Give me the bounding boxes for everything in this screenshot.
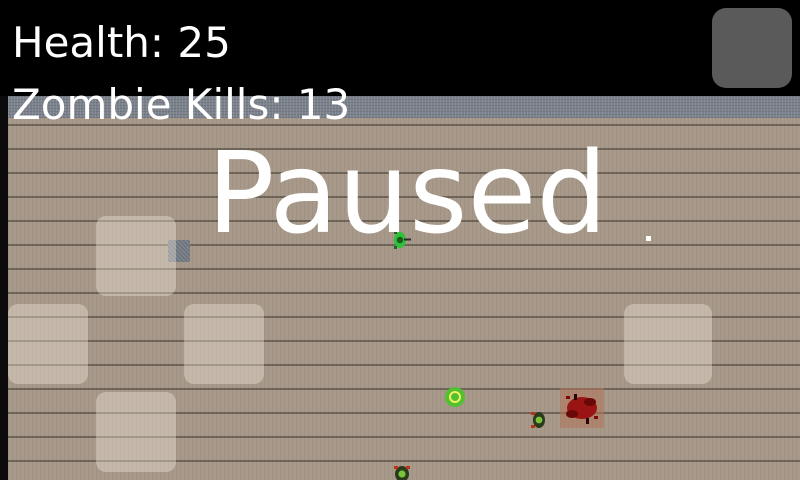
dpad-left-button[interactable] [8,304,88,384]
wall-left-border [0,96,8,480]
dpad-down-button[interactable] [96,392,176,472]
health-pickup-icon [444,386,466,408]
fire-button[interactable] [624,304,712,384]
dpad-right-button[interactable] [184,304,264,384]
dpad-up-button[interactable] [96,216,176,296]
blood-splatter-icon [560,388,604,428]
zombie-icon [529,409,549,431]
paused-label: Paused [207,129,608,259]
zombie-kills-label: Zombie Kills: 13 [12,80,351,129]
health-label: Health: 25 [12,18,231,67]
zombie-icon [391,463,413,480]
pause-button[interactable] [712,8,792,88]
game-screen: Health: 25 Zombie Kills: 13 Paused [0,0,800,480]
pause-dot [646,236,651,241]
